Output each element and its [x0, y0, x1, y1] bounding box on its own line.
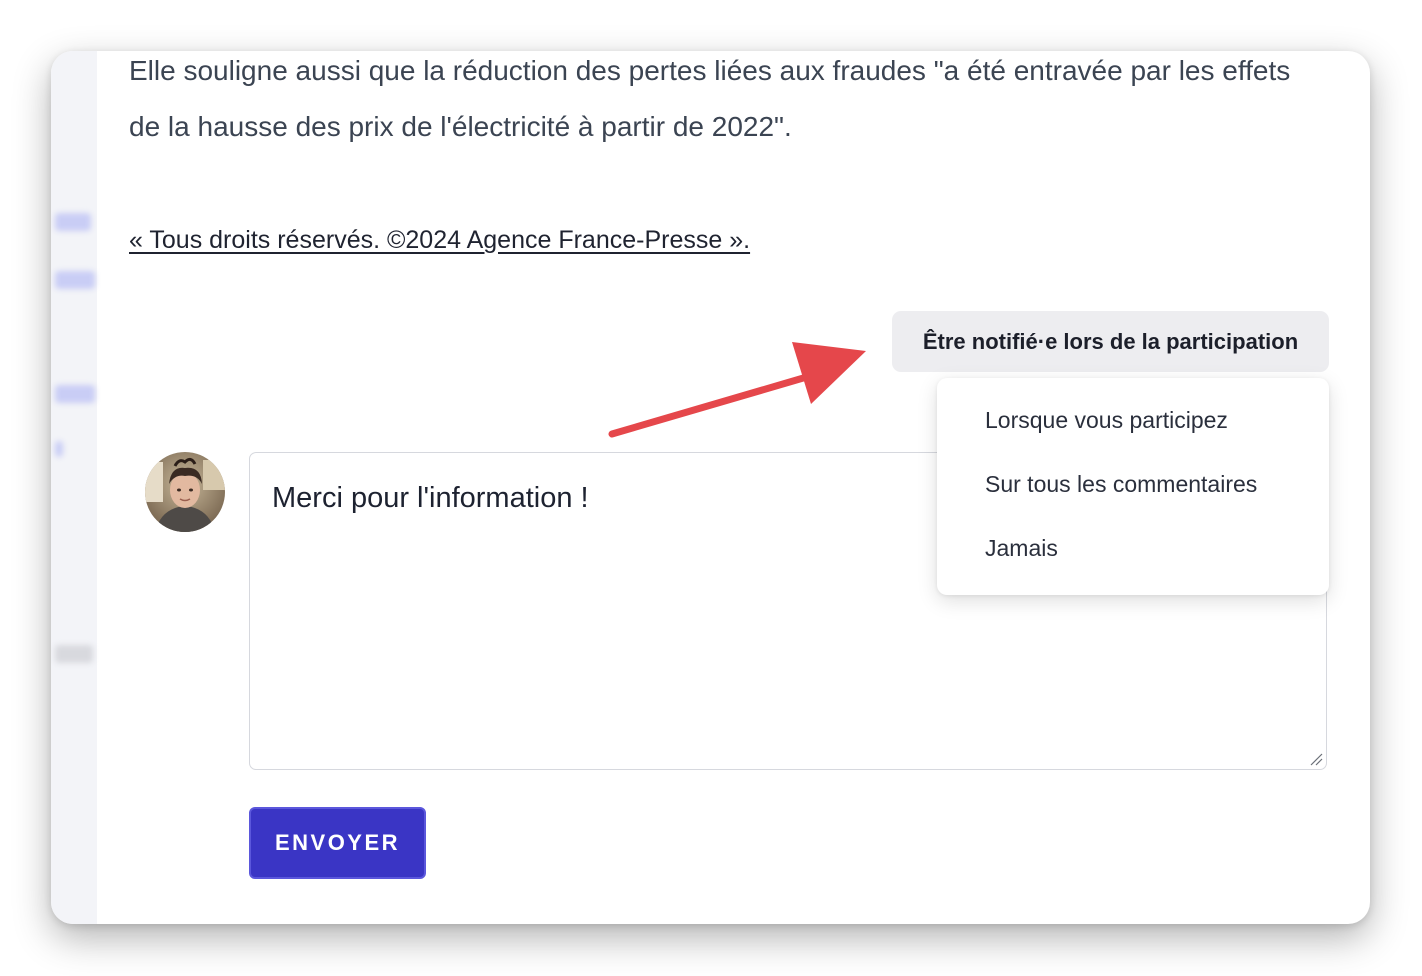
notify-dropdown-menu: Lorsque vous participez Sur tous les com… [937, 378, 1329, 595]
notify-dropdown-button[interactable]: Être notifié·e lors de la participation [892, 311, 1329, 372]
screen: Elle souligne aussi que la réduction des… [0, 0, 1422, 976]
avatar-photo [145, 452, 225, 532]
blurred-sidebar-item [55, 441, 63, 457]
avatar [145, 452, 225, 532]
notify-option-all-comments[interactable]: Sur tous les commentaires [985, 469, 1257, 499]
send-button[interactable]: ENVOYER [249, 807, 426, 879]
comment-page-window: Elle souligne aussi que la réduction des… [51, 51, 1370, 924]
notify-option-participation[interactable]: Lorsque vous participez [985, 405, 1228, 435]
copyright-link[interactable]: « Tous droits réservés. ©2024 Agence Fra… [129, 223, 750, 257]
annotation-arrow-icon [608, 342, 866, 438]
blurred-sidebar-item [55, 213, 91, 231]
notify-option-never[interactable]: Jamais [985, 533, 1058, 563]
comment-text: Merci pour l'information ! [272, 482, 589, 514]
blurred-sidebar-item [55, 645, 93, 663]
resize-handle-icon[interactable] [1309, 752, 1323, 766]
article-paragraph: Elle souligne aussi que la réduction des… [129, 55, 1291, 142]
blurred-sidebar-item [55, 385, 95, 403]
blurred-sidebar-item [55, 271, 95, 289]
background-sidebar [51, 51, 97, 924]
